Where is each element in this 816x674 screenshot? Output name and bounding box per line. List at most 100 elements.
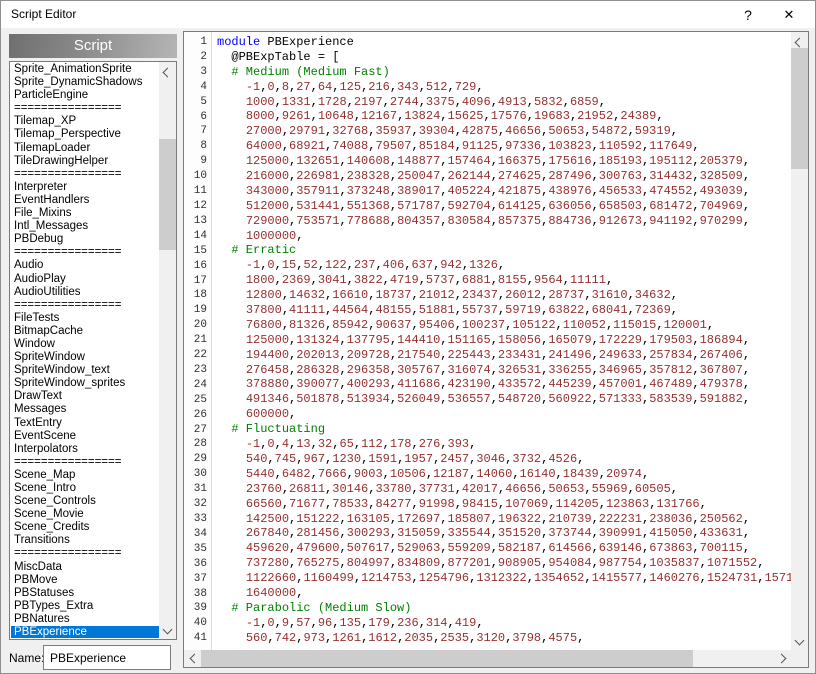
script-list-item[interactable]: Interpolators	[11, 443, 159, 456]
script-list-item[interactable]: ================	[11, 246, 159, 259]
code-line[interactable]: 729000,753571,778688,804357,830584,85737…	[217, 214, 791, 229]
code-line[interactable]: 27000,29791,32768,35937,39304,42875,4665…	[217, 124, 791, 139]
code-line[interactable]: 8000,9261,10648,12167,13824,15625,17576,…	[217, 109, 791, 124]
code-line[interactable]: 276458,286328,296358,305767,316074,32653…	[217, 363, 791, 378]
script-list-item[interactable]: SpriteWindow	[11, 351, 159, 364]
scroll-down-button[interactable]	[791, 633, 808, 650]
code-line[interactable]: -1,0,9,57,96,135,179,236,314,419,	[217, 616, 791, 631]
script-list-item[interactable]: AudioUtilities	[11, 286, 159, 299]
code-line[interactable]: 125000,131324,137795,144410,151165,15805…	[217, 333, 791, 348]
code-line[interactable]: 76800,81326,85942,90637,95406,100237,105…	[217, 318, 791, 333]
code-line[interactable]: 37800,41111,44564,48155,51881,55737,5971…	[217, 303, 791, 318]
scroll-down-button[interactable]	[159, 622, 176, 639]
code-line[interactable]: 512000,531441,551368,571787,592704,61412…	[217, 199, 791, 214]
scroll-left-button[interactable]	[184, 650, 201, 667]
script-list-item[interactable]: PBDebug	[11, 233, 159, 246]
code-line[interactable]: 1122660,1160499,1214753,1254796,1312322,…	[217, 571, 791, 586]
code-line[interactable]: # Medium (Medium Fast)	[217, 65, 791, 80]
script-list-item[interactable]: PBTypes_Extra	[11, 600, 159, 613]
script-list-item[interactable]: BitmapCache	[11, 325, 159, 338]
script-list[interactable]: Sprite_AnimationSpriteSprite_DynamicShad…	[9, 61, 177, 640]
script-list-item[interactable]: Audio	[11, 259, 159, 272]
script-list-item[interactable]: PBStatuses	[11, 587, 159, 600]
code-line[interactable]: 343000,357911,373248,389017,405224,42187…	[217, 184, 791, 199]
code-line[interactable]: 12800,14632,16610,18737,21012,23437,2601…	[217, 288, 791, 303]
script-list-scrollbar[interactable]	[159, 62, 176, 639]
code-line[interactable]: 1640000,	[217, 586, 791, 601]
script-list-item[interactable]: ================	[11, 299, 159, 312]
editor-hscrollbar[interactable]	[184, 650, 791, 667]
script-list-item[interactable]: Scene_Movie	[11, 508, 159, 521]
script-list-item[interactable]: Window	[11, 338, 159, 351]
code-line[interactable]: 142500,151222,163105,172697,185807,19632…	[217, 512, 791, 527]
code-line[interactable]: # Fluctuating	[217, 422, 791, 437]
script-list-item[interactable]: Transitions	[11, 534, 159, 547]
script-list-item[interactable]: TilemapLoader	[11, 142, 159, 155]
code-line[interactable]: # Parabolic (Medium Slow)	[217, 601, 791, 616]
code-line[interactable]: 459620,479600,507617,529063,559209,58218…	[217, 541, 791, 556]
script-list-item[interactable]: EventHandlers	[11, 194, 159, 207]
code-line[interactable]: 216000,226981,238328,250047,262144,27462…	[217, 169, 791, 184]
code-line[interactable]: 5440,6482,7666,9003,10506,12187,14060,16…	[217, 467, 791, 482]
editor-vscrollbar[interactable]	[791, 32, 808, 650]
script-list-item[interactable]: EventScene	[11, 430, 159, 443]
scroll-up-button[interactable]	[791, 32, 808, 49]
script-list-item[interactable]: TextEntry	[11, 417, 159, 430]
script-list-item[interactable]: AudioPlay	[11, 273, 159, 286]
code-line[interactable]: 64000,68921,74088,79507,85184,91125,9733…	[217, 139, 791, 154]
code-line[interactable]: 600000,	[217, 407, 791, 422]
script-list-item[interactable]: Tilemap_Perspective	[11, 128, 159, 141]
code-line[interactable]: 560,742,973,1261,1612,2035,2535,3120,379…	[217, 631, 791, 646]
code-line[interactable]: -1,0,15,52,122,237,406,637,942,1326,	[217, 258, 791, 273]
script-name-input[interactable]	[43, 645, 171, 670]
script-list-item[interactable]: Scene_Map	[11, 469, 159, 482]
code-line[interactable]: 194400,202013,209728,217540,225443,23343…	[217, 348, 791, 363]
code-line[interactable]: module PBExperience	[217, 35, 791, 50]
script-list-item[interactable]: Sprite_AnimationSprite	[11, 63, 159, 76]
code-line[interactable]: 125000,132651,140608,148877,157464,16637…	[217, 154, 791, 169]
script-list-item[interactable]: SpriteWindow_text	[11, 364, 159, 377]
code-line[interactable]: 1000,1331,1728,2197,2744,3375,4096,4913,…	[217, 95, 791, 110]
code-line[interactable]: @PBExpTable = [	[217, 50, 791, 65]
scroll-right-button[interactable]	[774, 650, 791, 667]
code-line[interactable]: 737280,765275,804997,834809,877201,90890…	[217, 556, 791, 571]
scrollbar-thumb[interactable]	[791, 48, 808, 169]
scrollbar-thumb[interactable]	[159, 139, 176, 250]
code-line[interactable]: 378880,390077,400293,411686,423190,43357…	[217, 377, 791, 392]
script-list-item[interactable]: ParticleEngine	[11, 89, 159, 102]
script-list-item[interactable]: Scene_Credits	[11, 521, 159, 534]
script-list-item[interactable]: Tilemap_XP	[11, 115, 159, 128]
code-line[interactable]: 540,745,967,1230,1591,1957,2457,3046,373…	[217, 452, 791, 467]
script-list-item[interactable]: Scene_Controls	[11, 495, 159, 508]
script-list-item[interactable]: Interpreter	[11, 181, 159, 194]
script-list-item[interactable]: ================	[11, 456, 159, 469]
script-list-item[interactable]: Scene_Intro	[11, 482, 159, 495]
script-list-item[interactable]: TileDrawingHelper	[11, 155, 159, 168]
close-button[interactable]: ✕	[776, 5, 802, 25]
scroll-up-button[interactable]	[159, 62, 176, 79]
script-list-item[interactable]: Sprite_DynamicShadows	[11, 76, 159, 89]
script-list-item[interactable]: PBMove	[11, 574, 159, 587]
script-list-item[interactable]: PBNatures	[11, 613, 159, 626]
code-line[interactable]: -1,0,4,13,32,65,112,178,276,393,	[217, 437, 791, 452]
code-line[interactable]: 23760,26811,30146,33780,37731,42017,4665…	[217, 482, 791, 497]
scrollbar-thumb[interactable]	[201, 650, 693, 667]
script-list-item[interactable]: ================	[11, 102, 159, 115]
script-list-item[interactable]: Messages	[11, 403, 159, 416]
script-list-item[interactable]: DrawText	[11, 390, 159, 403]
code-line[interactable]: 491346,501878,513934,526049,536557,54872…	[217, 392, 791, 407]
code-line[interactable]: 1000000,	[217, 229, 791, 244]
code-line[interactable]: 1800,2369,3041,3822,4719,5737,6881,8155,…	[217, 273, 791, 288]
script-list-item[interactable]: SpriteWindow_sprites	[11, 377, 159, 390]
code-line[interactable]: -1,0,8,27,64,125,216,343,512,729,	[217, 80, 791, 95]
script-list-item[interactable]: ================	[11, 547, 159, 560]
script-list-item[interactable]: MiscData	[11, 561, 159, 574]
code-editor[interactable]: 1234567891011121314151617181920212223242…	[183, 31, 809, 668]
script-list-item[interactable]: Intl_Messages	[11, 220, 159, 233]
code-line[interactable]: # Erratic	[217, 243, 791, 258]
code-line[interactable]: 267840,281456,300293,315059,335544,35152…	[217, 526, 791, 541]
script-list-item[interactable]: File_Mixins	[11, 207, 159, 220]
help-button[interactable]: ?	[735, 5, 761, 25]
script-list-item[interactable]: PBExperience	[11, 626, 159, 638]
script-list-item[interactable]: FileTests	[11, 312, 159, 325]
